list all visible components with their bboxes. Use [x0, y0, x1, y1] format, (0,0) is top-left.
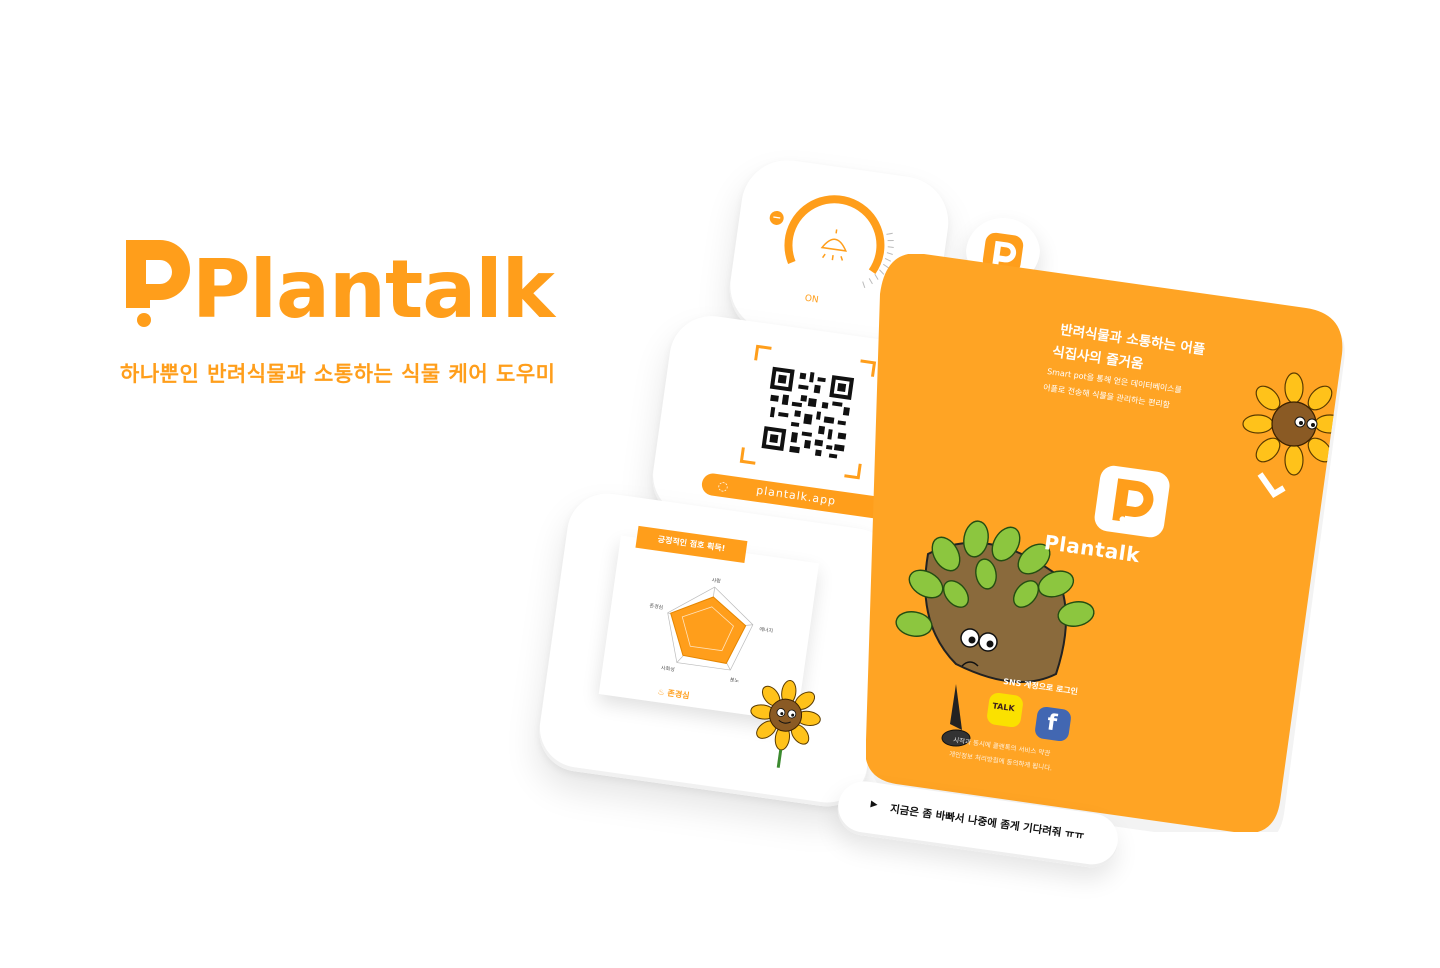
emotion-radar-card: 사랑 에너지 분노 사회성 존경심 ♨ 존경심 긍정적인 점호 획득!: [534, 488, 900, 812]
facebook-login-button[interactable]: f: [1033, 705, 1073, 743]
dial-status-label: ON: [804, 293, 820, 306]
speech-bubble-text: 지금은 좀 바빠서 나중에 좀게 기다려줘 ㅠㅠ: [889, 803, 1085, 843]
radar-axis-label: 분노: [729, 677, 740, 685]
plantalk-app-icon: [1094, 465, 1170, 538]
qr-code-icon[interactable]: [759, 364, 857, 462]
facebook-icon: f: [1045, 710, 1059, 737]
mockup-stage: − + ON: [0, 0, 1440, 968]
leaf-icon: ◌: [716, 478, 731, 494]
kakao-talk-icon: TALK: [991, 701, 1016, 714]
lamp-icon: [820, 229, 847, 261]
sunflower-character-icon: [750, 679, 821, 768]
kakao-login-button[interactable]: TALK: [985, 691, 1025, 729]
phone-mockup: 반려식물과 소통하는 어플 식집사의 즐거움 Smart pot을 통해 얻은 …: [866, 254, 1346, 832]
play-arrow-icon[interactable]: ▶: [870, 799, 878, 810]
radar-axis-label: 사랑: [711, 577, 722, 585]
